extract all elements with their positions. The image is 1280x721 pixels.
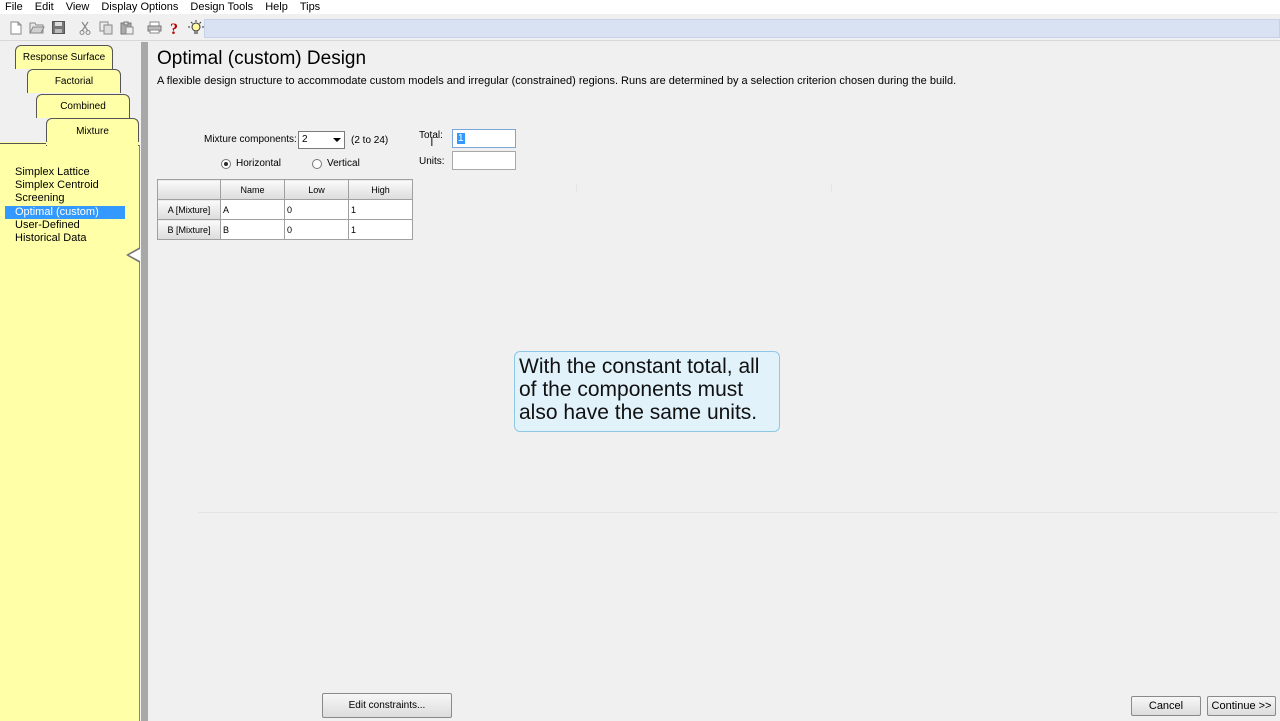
row-header[interactable]: A [Mixture]: [157, 199, 221, 220]
svg-text:?: ?: [170, 21, 178, 36]
units-input[interactable]: [452, 151, 516, 170]
total-input[interactable]: 1: [452, 129, 516, 148]
components-label: Mixture components:: [204, 134, 297, 145]
radio-label: Horizontal: [236, 158, 282, 169]
toolbar: ?: [0, 15, 1280, 41]
radio-dot: [221, 158, 231, 169]
column-header-low[interactable]: Low: [284, 179, 349, 200]
panel-splitter[interactable]: [141, 42, 148, 721]
menu-file[interactable]: File: [0, 0, 29, 14]
column-header-high[interactable]: High: [348, 179, 413, 200]
radio-vertical[interactable]: Vertical: [312, 158, 360, 169]
toolbar-status-strip: [204, 19, 1280, 38]
tab-combined[interactable]: Combined: [36, 94, 130, 118]
cell-name[interactable]: B: [220, 219, 285, 240]
corner-cell: [157, 179, 221, 200]
new-file-icon[interactable]: [6, 18, 26, 38]
menu-design-tools[interactable]: Design Tools: [184, 0, 259, 14]
cell-high[interactable]: 1: [348, 219, 413, 240]
menu-tips[interactable]: Tips: [294, 0, 326, 14]
chevron-down-icon: [333, 138, 341, 142]
list-item-simplex-centroid[interactable]: Simplex Centroid: [15, 179, 99, 192]
total-value: 1: [457, 133, 465, 144]
continue-button[interactable]: Continue >>: [1207, 696, 1276, 716]
tab-label: Mixture: [76, 126, 109, 137]
column-header-name[interactable]: Name: [220, 179, 285, 200]
table-row: A [Mixture] A 0 1: [157, 199, 413, 220]
list-item-user-defined[interactable]: User-Defined: [15, 219, 80, 232]
components-value: 2: [302, 134, 308, 145]
menu-bar: File Edit View Display Options Design To…: [0, 0, 1280, 14]
radio-label: Vertical: [327, 158, 360, 169]
page-description: A flexible design structure to accommoda…: [157, 75, 957, 87]
print-icon[interactable]: [144, 18, 164, 38]
design-tabs: Response Surface Factorial Combined Mixt…: [0, 42, 140, 146]
edit-constraints-button[interactable]: Edit constraints...: [322, 693, 452, 718]
page-title: Optimal (custom) Design: [157, 48, 367, 69]
cell-name[interactable]: A: [220, 199, 285, 220]
cancel-button[interactable]: Cancel: [1131, 696, 1201, 716]
tab-label: Factorial: [54, 76, 94, 87]
cell-low[interactable]: 0: [284, 199, 349, 220]
list-item-optimal-custom[interactable]: Optimal (custom): [5, 206, 125, 219]
help-icon[interactable]: ?: [165, 18, 185, 38]
tab-label: Combined: [60, 101, 106, 112]
tip-lightbulb-icon[interactable]: [186, 18, 206, 38]
menu-help[interactable]: Help: [259, 0, 294, 14]
row-header[interactable]: B [Mixture]: [157, 219, 221, 240]
text-cursor-icon: I: [430, 134, 434, 149]
radio-dot: [312, 158, 322, 169]
copy-icon[interactable]: [96, 18, 116, 38]
radio-horizontal[interactable]: Horizontal: [221, 158, 281, 169]
tab-factorial[interactable]: Factorial: [27, 69, 121, 93]
components-table: Name Low High A [Mixture] A 0 1 B [Mixtu…: [157, 179, 413, 240]
components-range: (2 to 24): [351, 135, 389, 146]
cell-low[interactable]: 0: [284, 219, 349, 240]
list-item-screening[interactable]: Screening: [15, 192, 65, 205]
menu-display-options[interactable]: Display Options: [95, 0, 184, 14]
open-folder-icon[interactable]: [27, 18, 47, 38]
callout-text: With the constant total, all of the comp…: [519, 355, 760, 424]
tab-response-surface[interactable]: Response Surface: [15, 45, 113, 69]
cell-high[interactable]: 1: [348, 199, 413, 220]
paste-icon[interactable]: [117, 18, 137, 38]
menu-view[interactable]: View: [60, 0, 96, 14]
design-type-panel: Response Surface Factorial Combined Mixt…: [0, 42, 140, 721]
tutorial-callout: With the constant total, all of the comp…: [514, 351, 780, 432]
list-item-simplex-lattice[interactable]: Simplex Lattice: [15, 166, 90, 179]
save-icon[interactable]: [48, 18, 68, 38]
tab-label: Response Surface: [22, 52, 106, 63]
units-label: Units:: [419, 156, 445, 167]
menu-edit[interactable]: Edit: [29, 0, 60, 14]
components-select[interactable]: 2: [298, 131, 345, 149]
table-header-row: Name Low High: [157, 179, 413, 200]
list-item-historical-data[interactable]: Historical Data: [15, 232, 87, 245]
table-row: B [Mixture] B 0 1: [157, 219, 413, 240]
cut-icon[interactable]: [75, 18, 95, 38]
